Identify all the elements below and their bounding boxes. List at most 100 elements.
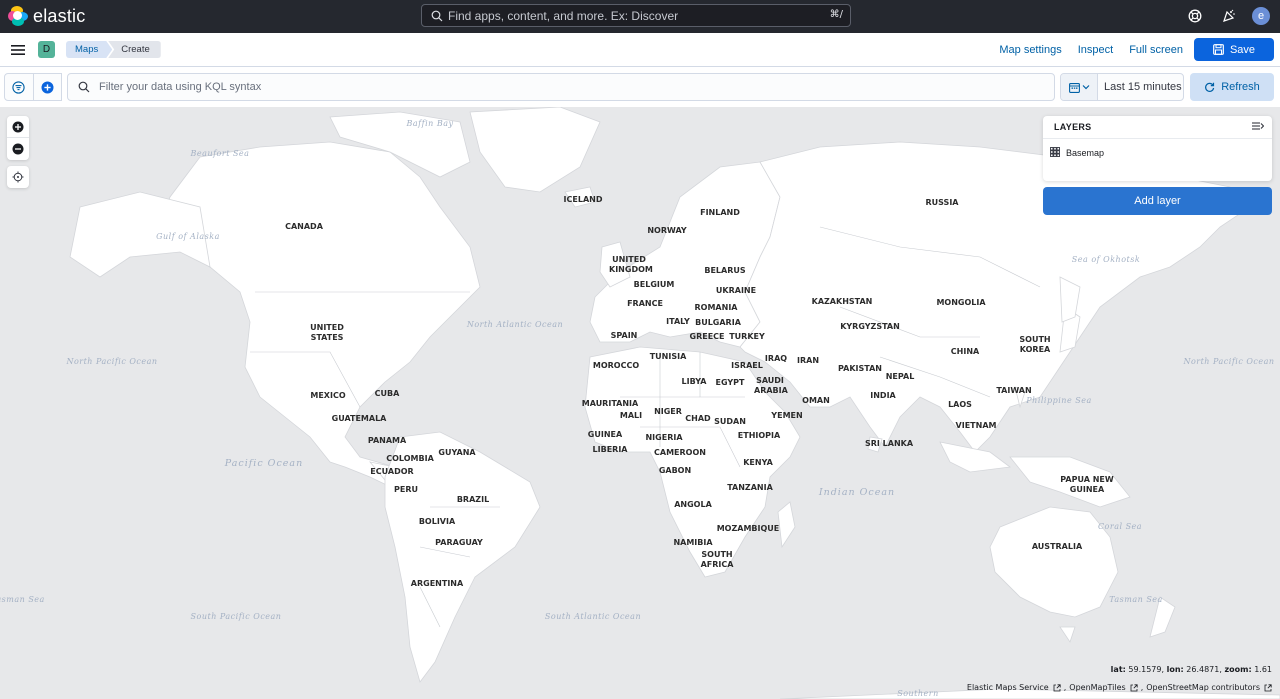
help-icon[interactable] <box>1184 5 1206 27</box>
country-label: ECUADOR <box>370 467 414 476</box>
news-feed-icon[interactable] <box>1218 5 1240 27</box>
country-label: SOUTH AFRICA <box>700 550 734 569</box>
country-label: PARAGUAY <box>435 538 483 547</box>
country-label: OMAN <box>802 396 830 405</box>
country-label: UNITED STATES <box>310 323 344 342</box>
layer-name: Basemap <box>1066 148 1105 158</box>
country-label: CUBA <box>374 389 400 398</box>
filter-buttons <box>4 73 62 101</box>
external-link-icon <box>1130 683 1138 691</box>
attribution-link[interactable]: OpenStreetMap contributors <box>1146 683 1260 692</box>
country-label: CAMEROON <box>654 448 706 457</box>
user-avatar[interactable]: e <box>1252 7 1270 25</box>
country-label: AUSTRALIA <box>1031 542 1083 551</box>
country-label: NEPAL <box>885 372 915 381</box>
zoom-in-button[interactable] <box>7 116 29 138</box>
sea-label: North Atlantic Ocean <box>466 320 564 329</box>
menu-button[interactable] <box>5 37 31 63</box>
save-label: Save <box>1229 43 1256 56</box>
kql-input[interactable] <box>99 81 999 93</box>
time-range-label[interactable]: Last 15 minutes <box>1104 81 1182 93</box>
attribution-link[interactable]: OpenMapTiles <box>1069 683 1125 692</box>
country-label: MALI <box>619 411 643 420</box>
country-label: CHINA <box>950 347 980 356</box>
country-label: SUDAN <box>714 417 746 426</box>
sea-label: Pacific Ocean <box>224 458 304 469</box>
kql-search[interactable] <box>67 73 1055 101</box>
add-layer-button[interactable]: Add layer <box>1043 187 1272 215</box>
country-label: TAIWAN <box>996 386 1032 395</box>
layers-title: LAYERS <box>1054 122 1092 132</box>
country-label: LAOS <box>948 400 972 409</box>
breadcrumb-maps[interactable]: Maps <box>66 41 112 58</box>
country-label: COLOMBIA <box>386 454 434 463</box>
country-label: NIGER <box>654 407 682 416</box>
country-label: YEMEN <box>771 411 803 420</box>
refresh-label: Refresh <box>1221 81 1260 93</box>
filter-options-button[interactable] <box>5 74 33 100</box>
map-controls <box>7 116 29 188</box>
layer-item-basemap[interactable]: Basemap <box>1043 139 1272 167</box>
lon-value: 26.4871 <box>1186 665 1220 674</box>
country-label: TUNISIA <box>649 352 687 361</box>
country-label: SAUDI ARABIA <box>754 376 788 395</box>
country-label: IRAN <box>796 356 820 365</box>
country-label: INDIA <box>870 391 896 400</box>
global-search-input[interactable] <box>448 8 828 23</box>
country-label: BOLIVIA <box>418 517 456 526</box>
sea-label: South Pacific Ocean <box>190 612 282 621</box>
country-label: GUINEA <box>587 430 623 439</box>
refresh-icon <box>1205 82 1215 92</box>
query-bar: Last 15 minutes Refresh <box>0 67 1280 107</box>
calendar-icon <box>1068 82 1080 93</box>
attribution-link[interactable]: Elastic Maps Service <box>967 683 1049 692</box>
country-label: MAURITANIA <box>581 399 639 408</box>
add-filter-button[interactable] <box>32 74 61 100</box>
collapse-layers-icon[interactable] <box>1252 118 1265 136</box>
country-label: ETHIOPIA <box>737 431 781 440</box>
save-icon <box>1213 44 1224 55</box>
sea-label: Tasman Sea <box>1109 595 1163 604</box>
country-label: EGYPT <box>715 378 745 387</box>
quick-menu-button[interactable] <box>1061 74 1098 100</box>
country-label: FRANCE <box>627 299 663 308</box>
country-label: TANZANIA <box>727 483 773 492</box>
external-link-icon <box>1053 683 1061 691</box>
country-label: BRAZIL <box>456 495 490 504</box>
country-label: GREECE <box>689 332 725 341</box>
elastic-logo[interactable]: elastic <box>8 5 85 27</box>
date-picker[interactable]: Last 15 minutes <box>1060 73 1184 101</box>
country-label: PAPUA NEW GUINEA <box>1060 475 1114 494</box>
country-label: BELGIUM <box>633 280 675 289</box>
country-label: PERU <box>394 485 418 494</box>
zoom-out-button[interactable] <box>7 138 29 160</box>
sea-label: Indian Ocean <box>818 487 896 498</box>
sea-label: Baffin Bay <box>406 119 454 128</box>
hamburger-icon <box>11 45 25 55</box>
country-label: MOZAMBIQUE <box>716 524 780 533</box>
country-label: NORWAY <box>647 226 687 235</box>
space-avatar[interactable]: D <box>38 41 55 58</box>
refresh-button[interactable]: Refresh <box>1190 73 1274 101</box>
zoom-out-icon <box>12 143 24 155</box>
country-label: ROMANIA <box>694 303 738 312</box>
global-search[interactable]: ⌘/ <box>421 4 851 27</box>
country-label: UNITED KINGDOM <box>609 255 653 274</box>
country-label: ICELAND <box>563 195 603 204</box>
app-header: D Maps Create Map settings Inspect Full … <box>0 33 1280 67</box>
breadcrumb-create: Create <box>108 41 161 58</box>
country-label: MEXICO <box>310 391 346 400</box>
country-label: CHAD <box>685 414 711 423</box>
full-screen-link[interactable]: Full screen <box>1129 44 1183 56</box>
map-settings-link[interactable]: Map settings <box>999 44 1061 56</box>
chevron-down-icon <box>1082 85 1089 90</box>
sea-label: Southern <box>897 689 939 698</box>
country-label: KAZAKHSTAN <box>811 297 873 306</box>
country-label: NIGERIA <box>645 433 683 442</box>
country-label: SPAIN <box>610 331 638 340</box>
sea-label: North Pacific Ocean <box>1183 357 1275 366</box>
set-view-button[interactable] <box>7 166 29 188</box>
inspect-link[interactable]: Inspect <box>1078 44 1113 56</box>
external-link-icon <box>1264 683 1272 691</box>
save-button[interactable]: Save <box>1194 38 1274 61</box>
